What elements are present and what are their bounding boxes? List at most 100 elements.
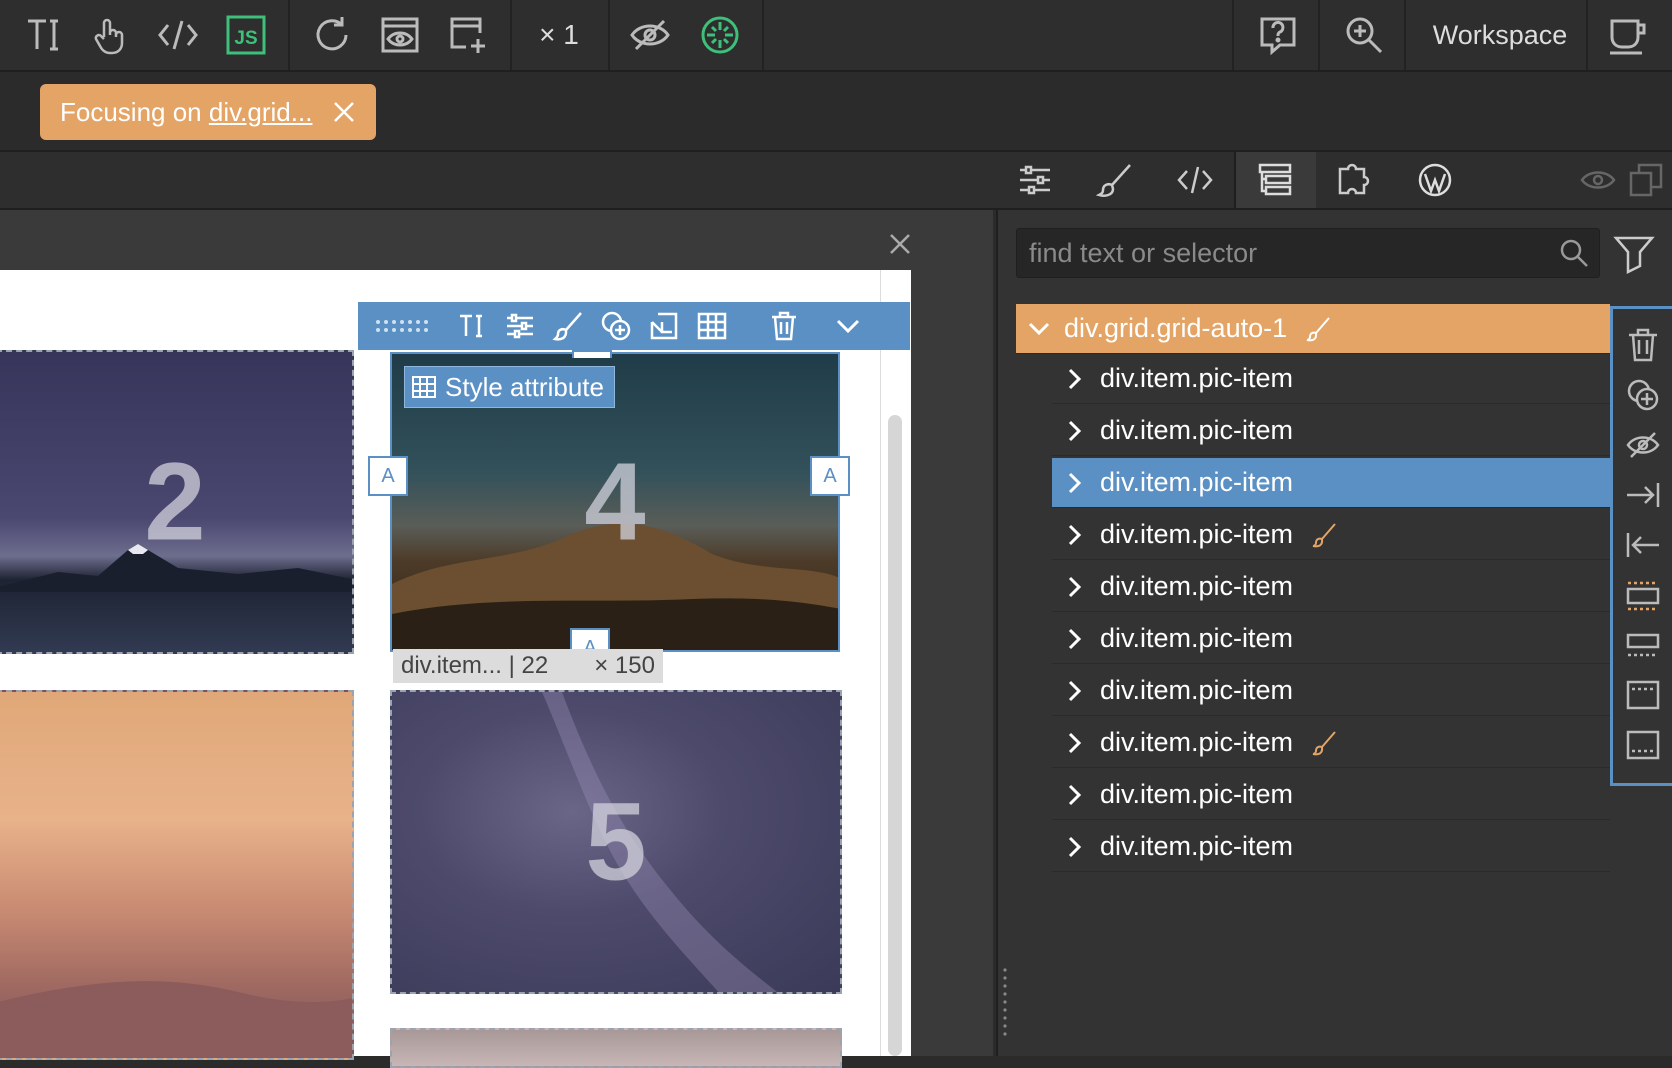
tree-item[interactable]: div.item.pic-item bbox=[1052, 666, 1610, 716]
indent-icon[interactable] bbox=[1613, 471, 1672, 519]
brush-icon[interactable] bbox=[544, 302, 592, 350]
wordpress-icon bbox=[1416, 161, 1454, 199]
cell-number: 5 bbox=[585, 780, 647, 904]
text-cursor-icon[interactable] bbox=[448, 302, 496, 350]
style-attribute-badge[interactable]: Style attribute bbox=[404, 366, 615, 408]
grid-item-next[interactable] bbox=[390, 1028, 842, 1068]
trash-icon[interactable] bbox=[760, 302, 808, 350]
chevron-right-icon[interactable] bbox=[1060, 782, 1090, 808]
tree-item[interactable]: div.item.pic-item bbox=[1052, 406, 1610, 456]
cup-icon[interactable] bbox=[1602, 0, 1654, 70]
insert-inside-top-icon[interactable] bbox=[1613, 671, 1672, 719]
hand-pointer-icon[interactable] bbox=[84, 0, 136, 70]
refresh-icon[interactable] bbox=[306, 0, 358, 70]
tree-item-label: div.item.pic-item bbox=[1100, 623, 1294, 653]
properties-tab[interactable] bbox=[995, 152, 1075, 208]
wrap-element-icon[interactable] bbox=[1613, 571, 1672, 619]
outdent-icon[interactable] bbox=[1613, 521, 1672, 569]
puzzle-icon bbox=[1336, 161, 1374, 199]
drag-handle[interactable] bbox=[358, 302, 448, 350]
tree-item[interactable]: div.item.pic-item bbox=[1052, 562, 1610, 612]
tree-item[interactable]: div.item.pic-item bbox=[1052, 822, 1610, 872]
tree-item[interactable]: div.item.pic-item bbox=[1052, 770, 1610, 820]
search-icon[interactable] bbox=[1559, 238, 1589, 268]
focus-target-link[interactable]: div.grid... bbox=[209, 97, 313, 128]
tree-item-selected[interactable]: div.item.pic-item bbox=[1052, 458, 1610, 508]
svg-text:JS: JS bbox=[234, 28, 257, 49]
tree-item[interactable]: div.item.pic-item bbox=[1052, 354, 1610, 404]
scrollbar-thumb[interactable] bbox=[888, 415, 902, 1056]
preview-icon[interactable] bbox=[374, 0, 426, 70]
grid-item-2[interactable]: 2 bbox=[0, 350, 354, 654]
code-tab[interactable] bbox=[1155, 152, 1235, 208]
add-element-icon[interactable] bbox=[592, 302, 640, 350]
size-label-dimensions: × 150 bbox=[594, 652, 655, 679]
chevron-right-icon[interactable] bbox=[1060, 418, 1090, 444]
brush-icon bbox=[1305, 316, 1331, 342]
chevron-right-icon[interactable] bbox=[1060, 626, 1090, 652]
copy-icon bbox=[1627, 161, 1665, 199]
tree-root[interactable]: div.grid.grid-auto-1 bbox=[1016, 304, 1610, 354]
chevron-right-icon[interactable] bbox=[1060, 730, 1090, 756]
panel-resize-handle[interactable] bbox=[1002, 966, 1008, 1038]
add-frame-icon[interactable] bbox=[442, 0, 494, 70]
zoom-level[interactable]: × 1 bbox=[524, 0, 594, 70]
grid-item-sunset[interactable] bbox=[0, 690, 354, 1060]
chevron-right-icon[interactable] bbox=[1060, 678, 1090, 704]
grid-item-5[interactable]: 5 bbox=[390, 690, 842, 994]
margin-handle-right[interactable]: A bbox=[810, 456, 850, 496]
tree-item-label: div.item.pic-item bbox=[1100, 519, 1294, 549]
style-tab[interactable] bbox=[1075, 152, 1155, 208]
tree-item-label: div.item.pic-item bbox=[1100, 831, 1294, 861]
chevron-right-icon[interactable] bbox=[1060, 366, 1090, 392]
tree-item[interactable]: div.item.pic-item bbox=[1052, 510, 1610, 560]
brush-icon bbox=[1311, 730, 1337, 756]
cell-number: 4 bbox=[584, 440, 646, 564]
focus-pill: Focusing on div.grid... bbox=[40, 84, 377, 140]
eye-off-icon[interactable] bbox=[624, 0, 676, 70]
plugins-tab[interactable] bbox=[1315, 152, 1395, 208]
chevron-down-icon[interactable] bbox=[1024, 316, 1054, 342]
visibility-toggle[interactable] bbox=[1572, 152, 1624, 208]
brush-icon bbox=[1311, 522, 1337, 548]
filter-icon[interactable] bbox=[1612, 232, 1656, 276]
tree-item-label: div.item.pic-item bbox=[1100, 363, 1294, 393]
detach-panel-button[interactable] bbox=[1620, 152, 1672, 208]
help-icon[interactable] bbox=[1252, 0, 1304, 70]
target-icon[interactable] bbox=[694, 0, 746, 70]
tree-item-label: div.item.pic-item bbox=[1100, 727, 1294, 757]
sunset-hills-image bbox=[0, 981, 352, 1058]
style-attribute-label: Style attribute bbox=[445, 371, 604, 402]
tree-item[interactable]: div.item.pic-item bbox=[1052, 718, 1610, 768]
code-icon[interactable] bbox=[152, 0, 204, 70]
insert-before-icon[interactable] bbox=[1613, 621, 1672, 669]
close-icon[interactable] bbox=[332, 100, 356, 124]
sliders-icon[interactable] bbox=[496, 302, 544, 350]
eye-off-icon[interactable] bbox=[1613, 421, 1672, 469]
insert-icon[interactable] bbox=[640, 302, 688, 350]
close-icon[interactable] bbox=[884, 228, 916, 260]
grid-icon[interactable] bbox=[688, 302, 736, 350]
margin-handle-top[interactable] bbox=[572, 350, 612, 358]
search-input[interactable]: find text or selector bbox=[1016, 228, 1600, 278]
chevron-down-icon[interactable] bbox=[824, 302, 872, 350]
code-icon bbox=[1176, 161, 1214, 199]
margin-handle-left[interactable]: A bbox=[368, 456, 408, 496]
chevron-right-icon[interactable] bbox=[1060, 470, 1090, 496]
main-toolbar: JS × 1 Workspace bbox=[0, 0, 1672, 72]
tree-item-label: div.item.pic-item bbox=[1100, 415, 1294, 445]
insert-inside-bottom-icon[interactable] bbox=[1613, 721, 1672, 769]
tree-tab[interactable] bbox=[1235, 152, 1315, 208]
javascript-icon[interactable]: JS bbox=[220, 0, 272, 70]
chevron-right-icon[interactable] bbox=[1060, 522, 1090, 548]
cell-number: 2 bbox=[144, 440, 206, 564]
text-cursor-icon[interactable] bbox=[18, 0, 70, 70]
wordpress-tab[interactable] bbox=[1395, 152, 1475, 208]
chevron-right-icon[interactable] bbox=[1060, 574, 1090, 600]
chevron-right-icon[interactable] bbox=[1060, 834, 1090, 860]
add-element-icon[interactable] bbox=[1613, 371, 1672, 419]
tree-item[interactable]: div.item.pic-item bbox=[1052, 614, 1610, 664]
trash-icon[interactable] bbox=[1613, 321, 1672, 369]
zoom-in-icon[interactable] bbox=[1338, 0, 1390, 70]
workspace-button[interactable]: Workspace bbox=[1418, 0, 1582, 70]
